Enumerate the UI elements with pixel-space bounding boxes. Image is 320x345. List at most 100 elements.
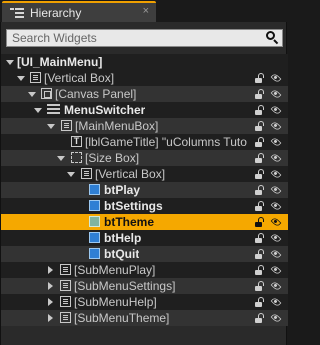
tree-label: btTheme [104, 215, 155, 229]
eye-icon[interactable] [270, 152, 282, 164]
expand-arrow-icon[interactable] [48, 314, 53, 322]
lock-icon[interactable] [255, 185, 265, 195]
vertical-box-icon [60, 264, 71, 275]
tab-bar: Hierarchy × [0, 0, 287, 22]
search-icon[interactable] [264, 30, 282, 46]
tree-label: [Size Box] [85, 151, 140, 165]
expand-arrow-icon[interactable] [67, 172, 75, 177]
eye-icon[interactable] [270, 200, 282, 212]
text-block-icon: T [71, 136, 82, 147]
eye-icon[interactable] [270, 72, 282, 84]
search-box [6, 29, 283, 47]
tree-label: [Vertical Box] [95, 167, 166, 181]
vertical-box-icon [60, 296, 71, 307]
tree-row-sub-menu-settings[interactable]: [SubMenuSettings] [1, 278, 288, 294]
eye-icon[interactable] [270, 312, 282, 324]
eye-icon[interactable] [270, 88, 282, 100]
tree-row-vertical-box[interactable]: [Vertical Box] [1, 70, 288, 86]
hierarchy-icon [10, 7, 24, 19]
tree-row-bt-theme[interactable]: btTheme [1, 214, 288, 230]
expand-arrow-icon[interactable] [57, 156, 65, 161]
lock-icon[interactable] [255, 201, 265, 211]
lock-icon[interactable] [255, 233, 265, 243]
tree-row-canvas-panel[interactable]: [Canvas Panel] [1, 86, 288, 102]
vertical-box-icon [30, 72, 41, 83]
expand-arrow-icon[interactable] [47, 124, 55, 129]
tree-row-sub-menu-help[interactable]: [SubMenuHelp] [1, 294, 288, 310]
tab-title: Hierarchy [30, 5, 82, 20]
eye-icon[interactable] [270, 184, 282, 196]
eye-icon[interactable] [270, 216, 282, 228]
tree-label: [UI_MainMenu] [17, 55, 103, 69]
tree-row-ui-mainmenu[interactable]: [UI_MainMenu] [1, 54, 288, 70]
lock-icon[interactable] [255, 105, 265, 115]
lock-icon[interactable] [255, 281, 265, 291]
lock-icon[interactable] [255, 137, 265, 147]
lock-icon[interactable] [255, 217, 265, 227]
eye-icon[interactable] [270, 232, 282, 244]
lock-icon[interactable] [255, 153, 265, 163]
button-icon [89, 216, 100, 227]
vertical-box-icon [60, 280, 71, 291]
eye-icon[interactable] [270, 136, 282, 148]
tree-row-menu-switcher[interactable]: MenuSwitcher [1, 102, 288, 118]
expand-arrow-icon[interactable] [28, 92, 36, 97]
eye-icon[interactable] [270, 120, 282, 132]
tree-row-bt-play[interactable]: btPlay [1, 182, 288, 198]
expand-arrow-icon[interactable] [48, 266, 53, 274]
hierarchy-panel: [UI_MainMenu] [Vertical Box] [Canvas Pan… [0, 22, 288, 345]
eye-icon[interactable] [270, 296, 282, 308]
button-icon [89, 248, 100, 259]
tree-label: [SubMenuPlay] [74, 263, 156, 277]
tree-row-bt-quit[interactable]: btQuit [1, 246, 288, 262]
tree-label: [Canvas Panel] [55, 87, 137, 101]
tree-row-sub-menu-play[interactable]: [SubMenuPlay] [1, 262, 288, 278]
expand-arrow-icon[interactable] [48, 298, 53, 306]
button-icon [89, 232, 100, 243]
tree-row-main-menu-box[interactable]: [MainMenuBox] [1, 118, 288, 134]
close-icon[interactable]: × [143, 5, 149, 17]
tree-label: [SubMenuTheme] [74, 311, 170, 325]
tree-label: [Vertical Box] [44, 71, 115, 85]
lock-icon[interactable] [255, 297, 265, 307]
tree-row-sub-menu-theme[interactable]: [SubMenuTheme] [1, 310, 288, 326]
tree-row-bt-settings[interactable]: btSettings [1, 198, 288, 214]
tree-label: [SubMenuHelp] [74, 295, 157, 309]
expand-arrow-icon[interactable] [17, 76, 25, 81]
widget-switcher-icon [47, 104, 60, 115]
lock-icon[interactable] [255, 249, 265, 259]
lock-icon[interactable] [255, 169, 265, 179]
vertical-box-icon [61, 120, 72, 131]
tree-label: [MainMenuBox] [75, 119, 159, 133]
canvas-panel-icon [41, 88, 52, 99]
tree-row-size-box[interactable]: [Size Box] [1, 150, 288, 166]
size-box-icon [71, 152, 82, 163]
expand-arrow-icon[interactable] [34, 108, 42, 113]
eye-icon[interactable] [270, 248, 282, 260]
search-input[interactable] [7, 30, 264, 46]
lock-icon[interactable] [255, 313, 265, 323]
tree-label: [SubMenuSettings] [74, 279, 176, 293]
eye-icon[interactable] [270, 280, 282, 292]
vertical-box-icon [81, 168, 92, 179]
lock-icon[interactable] [255, 89, 265, 99]
tree-label: btPlay [104, 183, 141, 197]
button-icon [89, 184, 100, 195]
tree-label: [lblGameTitle] "uColumns Tuto [85, 135, 247, 149]
eye-icon[interactable] [270, 264, 282, 276]
lock-icon[interactable] [255, 121, 265, 131]
expand-arrow-icon[interactable] [6, 60, 14, 65]
tree-row-bt-help[interactable]: btHelp [1, 230, 288, 246]
lock-icon[interactable] [255, 73, 265, 83]
button-icon [89, 200, 100, 211]
vertical-box-icon [60, 312, 71, 323]
eye-icon[interactable] [270, 168, 282, 180]
tree-label: btSettings [104, 199, 163, 213]
lock-icon[interactable] [255, 265, 265, 275]
tree-label: btQuit [104, 247, 140, 261]
eye-icon[interactable] [270, 104, 282, 116]
tree-row-game-title[interactable]: T [lblGameTitle] "uColumns Tuto [1, 134, 288, 150]
expand-arrow-icon[interactable] [48, 282, 53, 290]
tab-hierarchy[interactable]: Hierarchy × [2, 1, 156, 22]
tree-row-inner-vertical-box[interactable]: [Vertical Box] [1, 166, 288, 182]
